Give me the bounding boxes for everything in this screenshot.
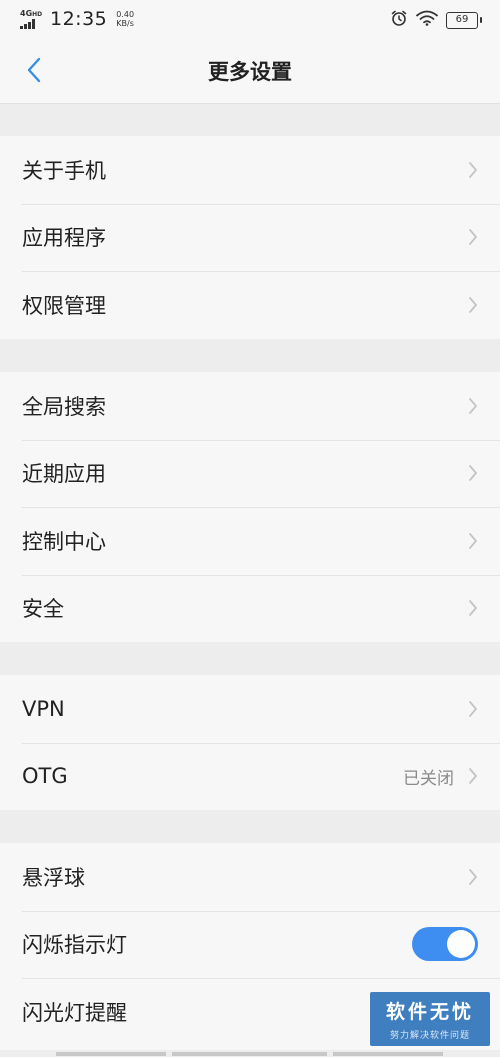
- row-floating-ball[interactable]: 悬浮球: [0, 843, 500, 911]
- row-label: 闪光灯提醒: [22, 1000, 127, 1025]
- wifi-icon: [416, 10, 438, 30]
- status-time: 12:35: [50, 8, 108, 30]
- chevron-right-icon: [469, 532, 477, 549]
- blinking-indicator-toggle[interactable]: [412, 927, 478, 962]
- otg-status-value: 已关闭: [403, 768, 454, 789]
- row-global-search[interactable]: 全局搜索: [0, 372, 500, 440]
- row-label: 关于手机: [22, 158, 106, 183]
- app-header: 更多设置: [0, 36, 500, 104]
- watermark-logo: 软件无忧 努力解决软件问题: [370, 992, 490, 1046]
- row-label: 悬浮球: [22, 865, 85, 890]
- row-security[interactable]: 安全: [0, 574, 500, 643]
- battery-icon: 69: [446, 11, 482, 29]
- row-recent-apps[interactable]: 近期应用: [0, 439, 500, 508]
- row-permission-management[interactable]: 权限管理: [0, 271, 500, 339]
- chevron-right-icon: [469, 465, 477, 482]
- chevron-right-icon: [469, 229, 477, 246]
- settings-group-system: 全局搜索 近期应用 控制中心 安全: [0, 372, 500, 642]
- status-bar: 4GHD 12:35 0.40 KB/s 69: [0, 0, 500, 36]
- row-label: 近期应用: [22, 462, 106, 487]
- row-label: 权限管理: [22, 293, 106, 318]
- settings-group-connections: VPN OTG 已关闭: [0, 675, 500, 810]
- chevron-right-icon: [469, 397, 477, 414]
- network-speed: 0.40 KB/s: [116, 10, 135, 28]
- row-applications[interactable]: 应用程序: [0, 203, 500, 272]
- row-label: 控制中心: [22, 529, 106, 554]
- row-label: 应用程序: [22, 226, 106, 251]
- row-control-center[interactable]: 控制中心: [0, 507, 500, 575]
- chevron-right-icon: [469, 161, 477, 178]
- chevron-right-icon: [469, 700, 477, 717]
- row-label: 安全: [22, 597, 64, 622]
- chevron-right-icon: [469, 768, 477, 785]
- signal-icon: [20, 19, 46, 29]
- row-label: VPN: [22, 696, 65, 721]
- settings-group-device: 关于手机 应用程序 权限管理: [0, 136, 500, 339]
- row-vpn[interactable]: VPN: [0, 675, 500, 743]
- bottom-strip: [0, 1050, 500, 1057]
- row-label: 闪烁指示灯: [22, 933, 127, 958]
- row-blinking-indicator: 闪烁指示灯: [0, 910, 500, 979]
- chevron-right-icon: [469, 296, 477, 313]
- row-about-phone[interactable]: 关于手机: [0, 136, 500, 204]
- page-title: 更多设置: [208, 60, 292, 84]
- row-label: 全局搜索: [22, 394, 106, 419]
- alarm-icon: [390, 9, 408, 31]
- network-indicator: 4GHD: [20, 9, 46, 29]
- row-otg[interactable]: OTG 已关闭: [0, 742, 500, 811]
- watermark-subtitle: 努力解决软件问题: [389, 1031, 470, 1041]
- toggle-knob: [447, 930, 475, 959]
- chevron-right-icon: [469, 600, 477, 617]
- watermark-title: 软件无忧: [385, 1001, 474, 1023]
- row-label: OTG: [22, 764, 68, 789]
- chevron-right-icon: [469, 868, 477, 885]
